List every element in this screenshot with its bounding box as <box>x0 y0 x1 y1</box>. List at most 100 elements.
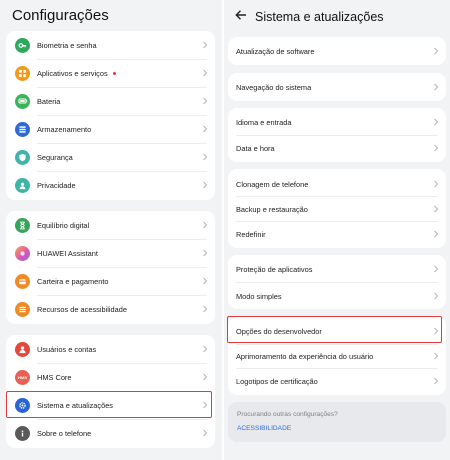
settings-item-about-phone[interactable]: Sobre o telefone <box>6 419 215 447</box>
system-updates-pane: Sistema e atualizações Atualização de so… <box>224 0 450 460</box>
chevron-right-icon <box>433 230 439 238</box>
settings-item-label: Sobre o telefone <box>37 428 92 438</box>
chevron-right-icon <box>433 352 439 360</box>
settings-item-biometrics[interactable]: Biometria e senha <box>6 31 215 59</box>
chevron-right-icon <box>202 277 208 285</box>
hms-icon-text: HMS <box>18 374 27 380</box>
chevron-right-icon <box>433 83 439 91</box>
settings-item-label: HMS Core <box>37 372 72 382</box>
chevron-right-icon <box>433 47 439 55</box>
settings-item-battery[interactable]: Bateria <box>6 87 215 115</box>
user-icon <box>15 341 30 357</box>
chevron-right-icon <box>433 118 439 126</box>
settings-item-apps[interactable]: Aplicativos e serviços <box>6 59 215 87</box>
shield-icon <box>15 149 30 165</box>
system-item-language[interactable]: Idioma e entrada <box>228 108 446 136</box>
system-item-label: Atualização de software <box>236 46 315 56</box>
chevron-right-icon <box>202 221 208 229</box>
system-item-reset[interactable]: Redefinir <box>228 220 446 248</box>
settings-item-label: Usuários e contas <box>37 344 97 354</box>
system-item-label: Aprimoramento da experiência do usuário <box>236 351 374 361</box>
system-group-4: Clonagem de telefone Backup e restauraçã… <box>228 169 446 248</box>
settings-item-storage[interactable]: Armazenamento <box>6 115 215 143</box>
system-item-certification-logos[interactable]: Logotipos de certificação <box>228 367 446 395</box>
chevron-right-icon <box>202 97 208 105</box>
hms-core-icon: HMS <box>15 369 30 385</box>
privacy-icon <box>15 177 30 193</box>
system-item-label: Proteção de aplicativos <box>236 264 313 274</box>
system-item-label: Clonagem de telefone <box>236 179 309 189</box>
system-item-date-time[interactable]: Data e hora <box>228 134 446 162</box>
system-item-app-protection[interactable]: Proteção de aplicativos <box>228 255 446 283</box>
storage-icon <box>15 121 30 137</box>
system-item-label: Data e hora <box>236 143 275 153</box>
system-item-backup[interactable]: Backup e restauração <box>228 195 446 223</box>
settings-item-label: Armazenamento <box>37 124 92 134</box>
page-title: Sistema e atualizações <box>255 10 384 24</box>
chevron-right-icon <box>202 305 208 313</box>
page-title: Configurações <box>12 7 109 24</box>
system-item-phone-clone[interactable]: Clonagem de telefone <box>228 170 446 198</box>
chevron-right-icon <box>433 180 439 188</box>
settings-item-label: Carteira e pagamento <box>37 276 109 286</box>
info-icon <box>15 425 30 441</box>
settings-item-accessibility[interactable]: Recursos de acessibilidade <box>6 295 215 323</box>
system-item-simple-mode[interactable]: Modo simples <box>228 282 446 310</box>
chevron-right-icon <box>433 292 439 300</box>
settings-item-hms-core[interactable]: HMS HMS Core <box>6 363 215 391</box>
settings-item-label: Recursos de acessibilidade <box>37 304 127 314</box>
chevron-right-icon <box>202 345 208 353</box>
notification-dot <box>112 71 116 75</box>
settings-item-label: Bateria <box>37 96 61 106</box>
system-group-1: Atualização de software <box>228 37 446 65</box>
hourglass-icon <box>15 217 30 233</box>
settings-item-label: Segurança <box>37 152 73 162</box>
key-icon <box>15 37 30 53</box>
chevron-right-icon <box>202 153 208 161</box>
settings-item-users[interactable]: Usuários e contas <box>6 335 215 363</box>
chevron-right-icon <box>433 377 439 385</box>
chevron-right-icon <box>202 429 208 437</box>
system-item-software-update[interactable]: Atualização de software <box>228 37 446 65</box>
system-group-3: Idioma e entrada Data e hora <box>228 108 446 162</box>
settings-group-1: Biometria e senha Aplicativos e serviços… <box>6 31 215 200</box>
highlight-box <box>6 391 212 418</box>
chevron-right-icon <box>202 249 208 257</box>
settings-item-label: Privacidade <box>37 180 76 190</box>
accessibility-icon <box>15 301 30 317</box>
battery-icon <box>15 93 30 109</box>
chevron-right-icon <box>433 205 439 213</box>
settings-item-privacy[interactable]: Privacidade <box>6 171 215 199</box>
settings-item-label: HUAWEI Assistant <box>37 248 98 258</box>
assistant-icon <box>15 245 30 261</box>
chevron-right-icon <box>202 181 208 189</box>
settings-item-huawei-assistant[interactable]: HUAWEI Assistant <box>6 239 215 267</box>
chevron-right-icon <box>433 265 439 273</box>
system-item-label: Backup e restauração <box>236 204 308 214</box>
chevron-right-icon <box>433 144 439 152</box>
settings-group-2: Equilíbrio digital HUAWEI Assistant Cart… <box>6 211 215 324</box>
system-item-label: Logotipos de certificação <box>236 376 318 386</box>
chevron-right-icon <box>202 125 208 133</box>
settings-item-label: Equilíbrio digital <box>37 220 90 230</box>
chevron-right-icon <box>202 69 208 77</box>
header: Sistema e atualizações <box>224 0 450 34</box>
system-item-navigation[interactable]: Navegação do sistema <box>228 73 446 101</box>
accessibility-link[interactable]: ACESSIBILIDADE <box>237 425 291 432</box>
settings-item-security[interactable]: Segurança <box>6 143 215 171</box>
settings-item-wallet[interactable]: Carteira e pagamento <box>6 267 215 295</box>
system-item-user-experience[interactable]: Aprimoramento da experiência do usuário <box>228 342 446 370</box>
system-group-5: Proteção de aplicativos Modo simples <box>228 255 446 309</box>
system-item-label: Redefinir <box>236 229 266 239</box>
back-arrow-icon[interactable] <box>233 7 249 23</box>
settings-item-label: Biometria e senha <box>37 40 97 50</box>
settings-item-label: Aplicativos e serviços <box>37 68 108 78</box>
suggestion-question: Procurando outras configurações? <box>237 411 338 418</box>
system-item-label: Navegação do sistema <box>236 82 312 92</box>
system-item-label: Idioma e entrada <box>236 117 292 127</box>
wallet-icon <box>15 273 30 289</box>
settings-item-digital-balance[interactable]: Equilíbrio digital <box>6 211 215 239</box>
system-item-label: Modo simples <box>236 291 282 301</box>
settings-pane: Configurações Biometria e senha Aplicati… <box>0 0 222 460</box>
apps-grid-icon <box>15 65 30 81</box>
